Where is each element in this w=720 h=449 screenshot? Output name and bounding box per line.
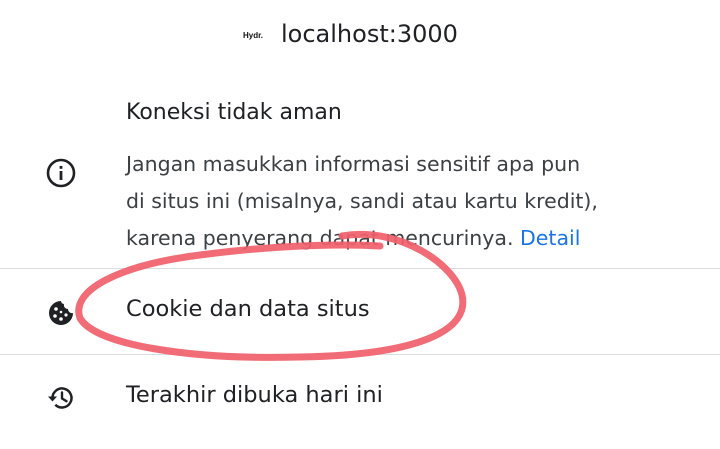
last-visited-label: Terakhir dibuka hari ini <box>126 382 383 408</box>
cookie-icon <box>46 298 76 328</box>
cookie-site-data-label: Cookie dan data situs <box>126 296 370 322</box>
info-icon <box>46 158 76 188</box>
connection-description-line: Jangan masukkan informasi sensitif apa p… <box>126 152 581 176</box>
site-info-panel: Hydr. localhost:3000 Koneksi tidak aman … <box>0 0 720 449</box>
connection-title: Koneksi tidak aman <box>126 100 342 125</box>
cookie-site-data-item[interactable]: Cookie dan data situs <box>0 269 720 354</box>
detail-link[interactable]: Detail <box>520 226 580 250</box>
connection-description: Jangan masukkan informasi sensitif apa p… <box>126 146 686 257</box>
history-icon <box>46 383 76 413</box>
last-visited-item[interactable]: Terakhir dibuka hari ini <box>0 355 720 449</box>
site-header: Hydr. localhost:3000 <box>0 0 720 76</box>
connection-description-line: di situs ini (misalnya, sandi atau kartu… <box>126 189 598 213</box>
connection-description-line: karena penyerang dapat mencurinya. Detai… <box>126 220 686 257</box>
connection-description-text: karena penyerang dapat mencurinya. <box>126 226 514 250</box>
site-favicon-icon: Hydr. <box>243 31 264 40</box>
site-host: localhost:3000 <box>281 20 458 48</box>
